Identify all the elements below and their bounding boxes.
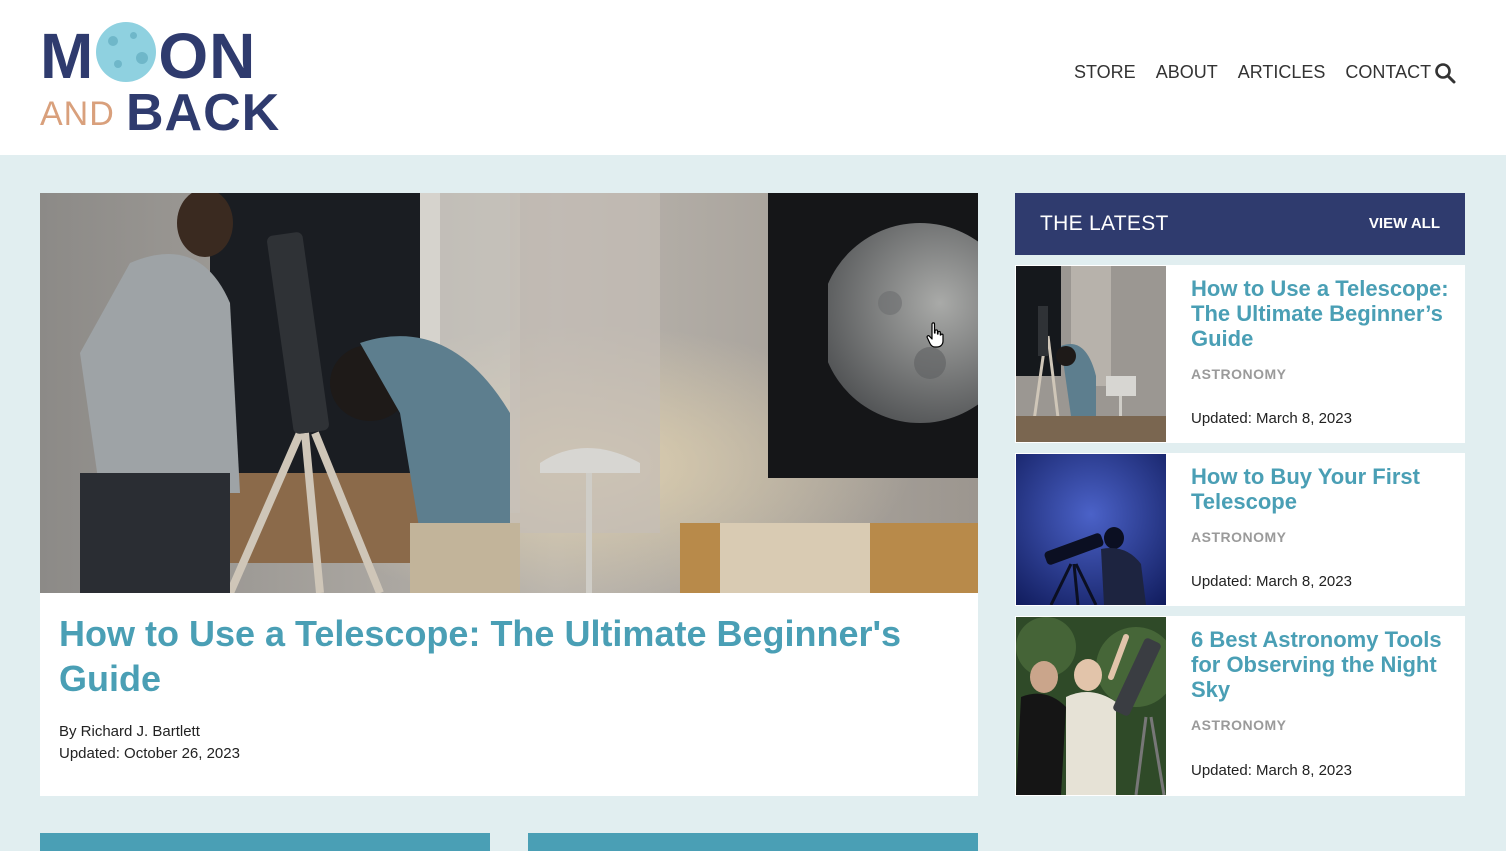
latest-card-image[interactable] [1016, 617, 1166, 795]
featured-article[interactable]: How to Use a Telescope: The Ultimate Beg… [40, 193, 978, 796]
latest-card-category[interactable]: ASTRONOMY [1191, 365, 1287, 383]
article-card-header [40, 833, 490, 851]
latest-card-category[interactable]: ASTRONOMY [1191, 528, 1287, 546]
latest-title: THE LATEST [1040, 212, 1169, 235]
nav-contact[interactable]: CONTACT [1345, 60, 1431, 84]
latest-card-title[interactable]: How to Buy Your First Telescope [1191, 464, 1451, 514]
latest-card-image[interactable] [1016, 454, 1166, 605]
latest-card-updated: Updated: March 8, 2023 [1191, 410, 1352, 427]
featured-article-meta: By Richard J. Bartlett Updated: October … [59, 721, 240, 765]
nav-articles[interactable]: ARTICLES [1238, 60, 1326, 84]
article-card-header [528, 833, 978, 851]
moon-icon [96, 22, 157, 82]
latest-card-updated: Updated: March 8, 2023 [1191, 762, 1352, 779]
latest-card-title[interactable]: How to Use a Telescope: The Ultimate Beg… [1191, 276, 1451, 351]
featured-article-updated: Updated: October 26, 2023 [59, 745, 240, 762]
featured-article-title[interactable]: How to Use a Telescope: The Ultimate Beg… [59, 611, 939, 701]
logo-back: BACK [126, 84, 281, 142]
nav-store[interactable]: STORE [1074, 60, 1136, 84]
hand-cursor-icon [926, 322, 944, 348]
search-icon[interactable] [1434, 62, 1456, 84]
latest-card[interactable]: 6 Best Astronomy Tools for Observing the… [1015, 616, 1465, 796]
site-header: M ON AND BACK STORE ABOUT ARTICLES CONTA… [0, 0, 1506, 155]
site-logo[interactable]: M ON AND BACK [40, 20, 292, 142]
featured-article-author: By Richard J. Bartlett [59, 723, 200, 740]
logo-letters-on: ON [158, 20, 257, 92]
latest-card-image[interactable] [1016, 266, 1166, 442]
latest-card[interactable]: How to Use a Telescope: The Ultimate Beg… [1015, 265, 1465, 443]
latest-card[interactable]: How to Buy Your First Telescope ASTRONOM… [1015, 453, 1465, 606]
main-nav: STORE ABOUT ARTICLES CONTACT [1074, 60, 1431, 84]
logo-and: AND [40, 95, 115, 133]
view-all-link[interactable]: VIEW ALL [1369, 214, 1440, 234]
latest-card-title[interactable]: 6 Best Astronomy Tools for Observing the… [1191, 627, 1451, 702]
featured-article-image[interactable] [40, 193, 978, 593]
latest-header: THE LATEST VIEW ALL [1015, 193, 1465, 255]
logo-letter-m: M [40, 20, 95, 92]
latest-card-updated: Updated: March 8, 2023 [1191, 573, 1352, 590]
logo-moon-word: M ON [40, 20, 256, 92]
nav-about[interactable]: ABOUT [1156, 60, 1218, 84]
latest-card-category[interactable]: ASTRONOMY [1191, 716, 1287, 734]
